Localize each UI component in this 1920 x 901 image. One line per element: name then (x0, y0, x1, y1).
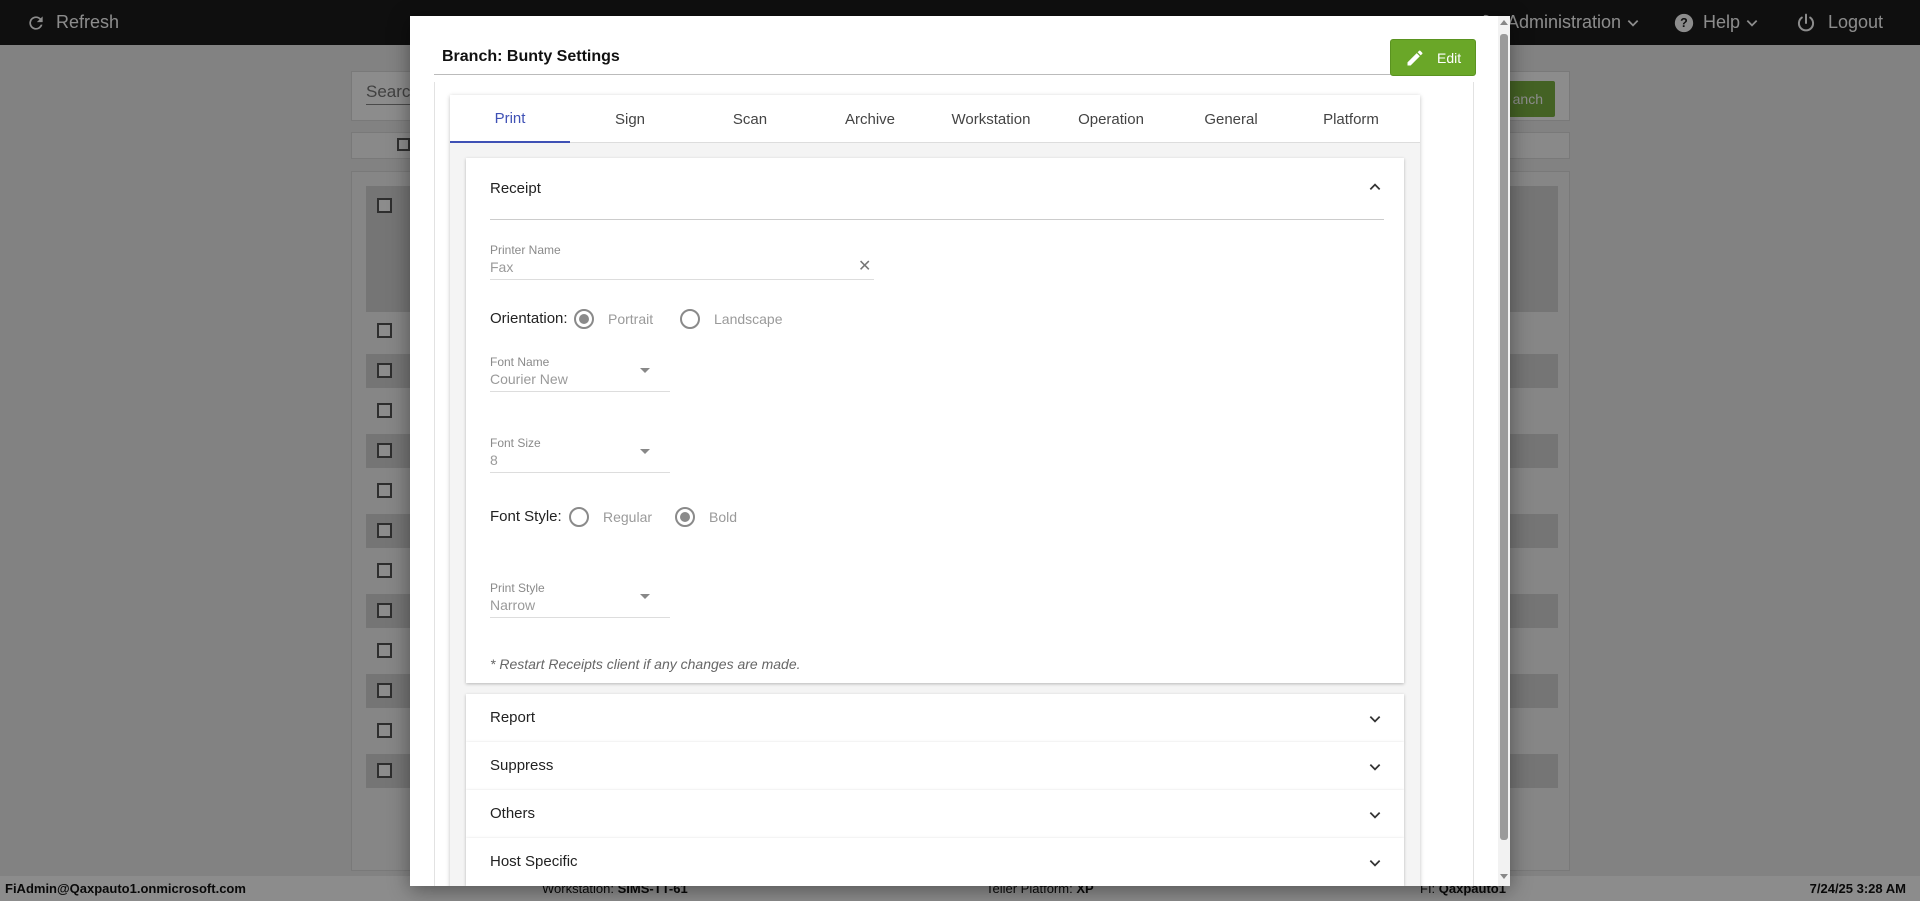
settings-card: Print Sign Scan Archive Workstation Oper… (450, 95, 1420, 886)
tab-general[interactable]: General (1171, 95, 1291, 143)
print-style-label: Print Style (490, 581, 545, 595)
chevron-down-icon (1369, 812, 1381, 819)
scroll-up-arrow-icon[interactable] (1500, 20, 1508, 25)
tab-operation[interactable]: Operation (1051, 95, 1171, 143)
report-panel[interactable]: Report (466, 694, 1404, 742)
clear-icon[interactable]: ✕ (858, 256, 871, 276)
receipt-panel-title[interactable]: Receipt (490, 180, 541, 197)
regular-label: Regular (603, 509, 653, 525)
suppress-panel-title: Suppress (490, 757, 554, 774)
print-style-select[interactable]: Narrow (490, 597, 535, 613)
portrait-label: Portrait (608, 311, 654, 327)
receipt-panel: Receipt Printer Name Fax ✕ Orientation: … (466, 158, 1404, 683)
font-style-label: Font Style: (490, 508, 562, 525)
tab-workstation[interactable]: Workstation (931, 95, 1051, 143)
report-panel-title: Report (490, 709, 536, 726)
bold-label: Bold (709, 509, 738, 525)
tab-archive[interactable]: Archive (810, 95, 930, 143)
receipt-divider (490, 219, 1384, 220)
font-name-label: Font Name (490, 355, 550, 369)
edit-button[interactable]: Edit (1390, 39, 1476, 76)
font-name-select[interactable]: Courier New (490, 371, 568, 387)
settings-tabs: Print Sign Scan Archive Workstation Oper… (450, 95, 1420, 143)
chevron-down-icon (1369, 764, 1381, 771)
regular-radio[interactable] (569, 507, 589, 527)
tab-scan[interactable]: Scan (690, 95, 810, 143)
portrait-radio[interactable] (574, 309, 594, 329)
printer-name-label: Printer Name (490, 243, 561, 257)
others-panel[interactable]: Others (466, 790, 1404, 838)
landscape-radio[interactable] (680, 309, 700, 329)
tab-sign[interactable]: Sign (570, 95, 690, 143)
branch-settings-dialog: Branch: Bunty Settings Edit Print Sign S… (410, 16, 1510, 886)
landscape-label: Landscape (714, 311, 783, 327)
pencil-icon (1407, 49, 1423, 65)
orientation-label: Orientation: (490, 310, 568, 327)
print-style-underline (490, 617, 670, 618)
printer-name-field[interactable]: Fax (490, 259, 513, 275)
dropdown-arrow-icon[interactable] (640, 368, 650, 373)
others-panel-title: Others (490, 805, 536, 822)
dialog-title: Branch: Bunty Settings (442, 48, 620, 65)
font-size-label: Font Size (490, 436, 541, 450)
font-size-select[interactable]: 8 (490, 452, 498, 468)
dialog-scrollbar[interactable] (1498, 16, 1510, 886)
scroll-down-arrow-icon[interactable] (1500, 874, 1508, 879)
font-name-underline (490, 391, 670, 392)
printer-name-underline (490, 279, 874, 280)
host-specific-panel-title: Host Specific (490, 853, 578, 870)
dropdown-arrow-icon[interactable] (640, 449, 650, 454)
font-size-underline (490, 472, 670, 473)
dropdown-arrow-icon[interactable] (640, 594, 650, 599)
tab-platform[interactable]: Platform (1291, 95, 1411, 143)
chevron-down-icon (1369, 716, 1381, 723)
host-specific-panel[interactable]: Host Specific (466, 838, 1404, 886)
chevron-down-icon (1369, 860, 1381, 867)
edit-label: Edit (1437, 49, 1462, 66)
restart-note: * Restart Receipts client if any changes… (490, 656, 801, 672)
chevron-up-icon[interactable] (1368, 180, 1382, 194)
scrollbar-thumb[interactable] (1500, 34, 1508, 840)
bold-radio[interactable] (675, 507, 695, 527)
suppress-panel[interactable]: Suppress (466, 742, 1404, 790)
tab-print[interactable]: Print (450, 95, 570, 143)
